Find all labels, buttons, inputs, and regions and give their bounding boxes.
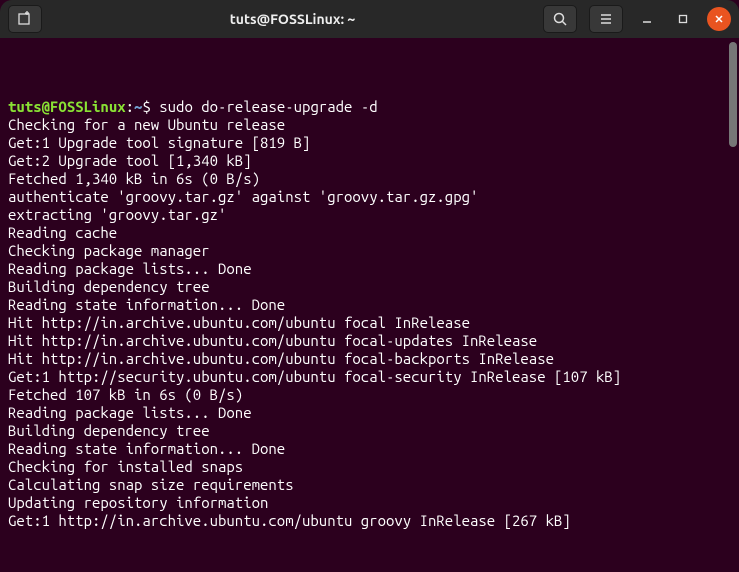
prompt-colon: :	[126, 98, 134, 115]
output-line: Building dependency tree	[8, 422, 731, 440]
search-icon	[553, 12, 567, 26]
close-button[interactable]	[707, 7, 731, 31]
output-line: Reading package lists... Done	[8, 260, 731, 278]
prompt-dollar: $	[142, 98, 159, 115]
output-line: Hit http://in.archive.ubuntu.com/ubuntu …	[8, 314, 731, 332]
output-line: Get:1 Upgrade tool signature [819 B]	[8, 134, 731, 152]
output-line: Hit http://in.archive.ubuntu.com/ubuntu …	[8, 350, 731, 368]
command-text: sudo do-release-upgrade -d	[159, 98, 377, 115]
hamburger-icon	[599, 12, 613, 26]
minimize-button[interactable]	[635, 7, 659, 31]
titlebar: tuts@FOSSLinux: ~	[0, 0, 739, 38]
output-line: Updating repository information	[8, 494, 731, 512]
output-line: extracting 'groovy.tar.gz'	[8, 206, 731, 224]
output-line: Hit http://in.archive.ubuntu.com/ubuntu …	[8, 332, 731, 350]
maximize-button[interactable]	[671, 7, 695, 31]
output-line: Calculating snap size requirements	[8, 476, 731, 494]
prompt-host: FOSSLinux	[50, 98, 126, 115]
output-line: Reading cache	[8, 224, 731, 242]
output-line: Get:1 http://in.archive.ubuntu.com/ubunt…	[8, 512, 731, 530]
new-tab-button[interactable]	[8, 5, 42, 33]
menu-button[interactable]	[589, 5, 623, 33]
terminal-body[interactable]: tuts@FOSSLinux:~$ sudo do-release-upgrad…	[0, 38, 739, 572]
maximize-icon	[677, 13, 689, 25]
output-line: Reading package lists... Done	[8, 404, 731, 422]
output-line: authenticate 'groovy.tar.gz' against 'gr…	[8, 188, 731, 206]
titlebar-right-group	[543, 5, 731, 33]
output-line: Checking for a new Ubuntu release	[8, 116, 731, 134]
output-line: Get:1 http://security.ubuntu.com/ubuntu …	[8, 368, 731, 386]
prompt-user: tuts	[8, 98, 42, 115]
output-line: Fetched 107 kB in 6s (0 B/s)	[8, 386, 731, 404]
output-line: Building dependency tree	[8, 278, 731, 296]
minimize-icon	[641, 13, 653, 25]
titlebar-left-group	[8, 5, 42, 33]
output-line: Get:2 Upgrade tool [1,340 kB]	[8, 152, 731, 170]
window-title: tuts@FOSSLinux: ~	[42, 11, 543, 27]
prompt-at: @	[42, 98, 50, 115]
prompt-line: tuts@FOSSLinux:~$ sudo do-release-upgrad…	[8, 98, 731, 116]
output-line: Checking for installed snaps	[8, 458, 731, 476]
new-tab-icon	[17, 11, 33, 27]
search-button[interactable]	[543, 5, 577, 33]
output-line: Reading state information... Done	[8, 296, 731, 314]
output-line: Fetched 1,340 kB in 6s (0 B/s)	[8, 170, 731, 188]
output-line: Checking package manager	[8, 242, 731, 260]
output-line: Reading state information... Done	[8, 440, 731, 458]
close-icon	[713, 13, 725, 25]
scrollbar-thumb[interactable]	[729, 42, 737, 147]
